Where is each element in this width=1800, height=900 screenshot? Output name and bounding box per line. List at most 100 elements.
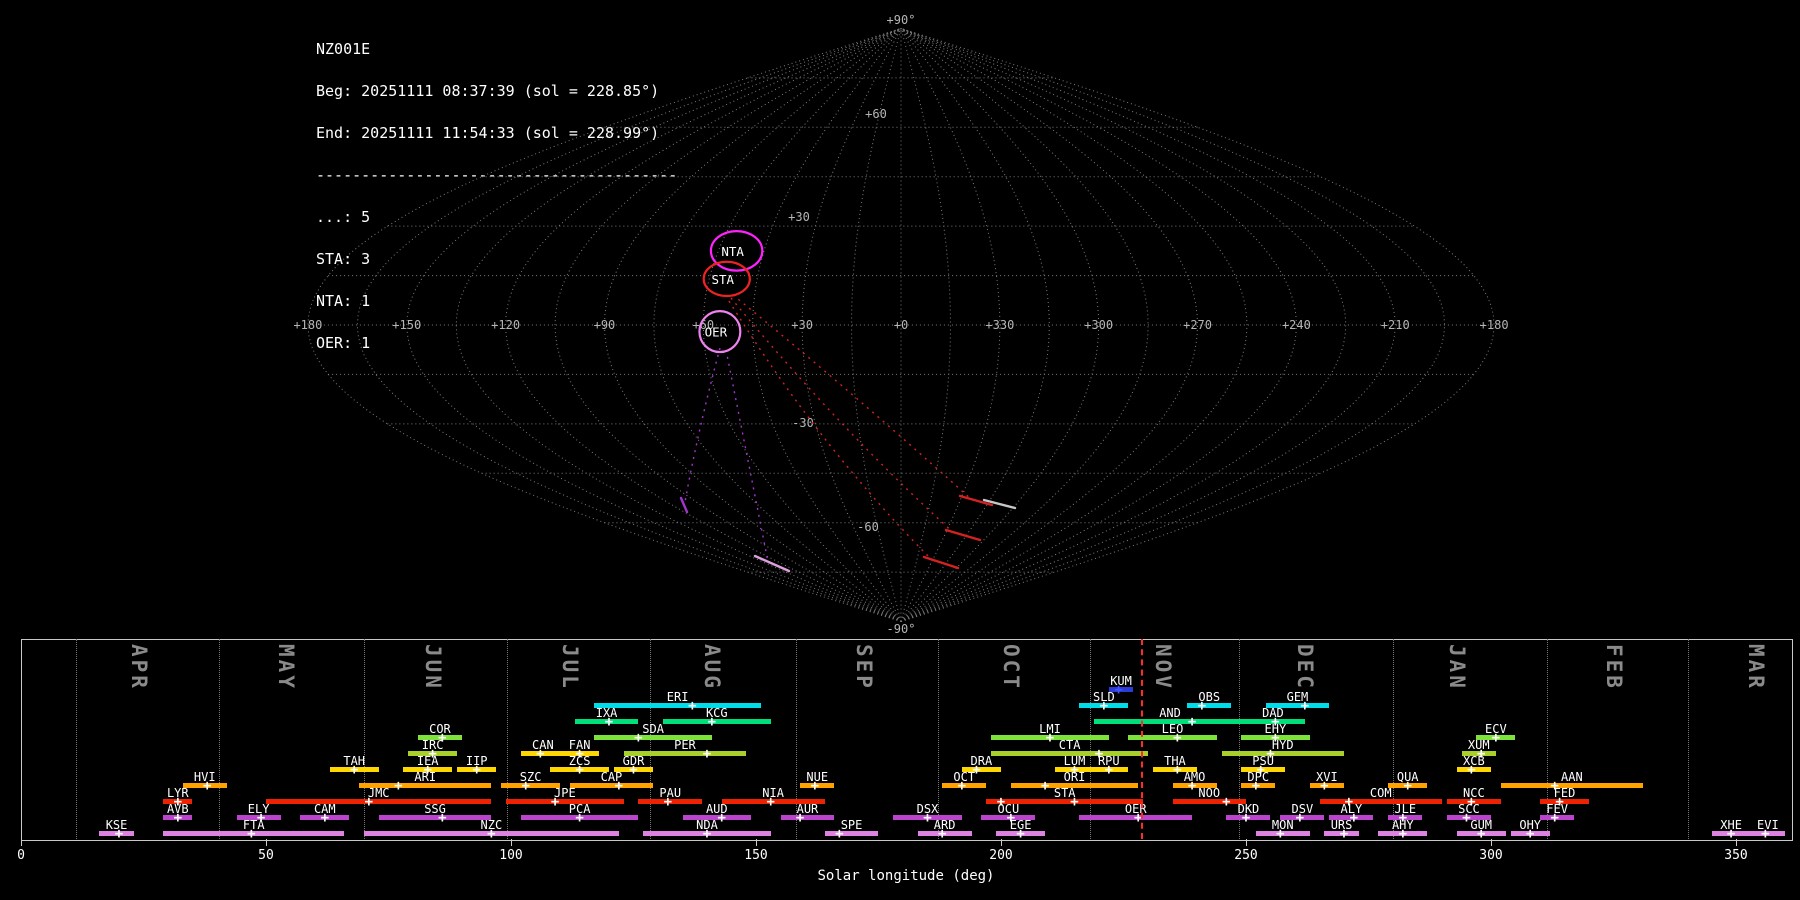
month-label: OCT	[998, 644, 1023, 691]
peak-marker-noo: +	[1222, 793, 1231, 810]
shower-label-noo: NOO	[1198, 785, 1221, 800]
shower-label-eri: ERI	[666, 689, 689, 704]
peak-marker-iip: +	[472, 761, 481, 778]
peak-marker-sld: +	[1099, 697, 1109, 714]
peak-marker-szc: +	[521, 777, 530, 794]
peak-marker-per: +	[702, 745, 712, 762]
shower-label-com: COM	[1369, 785, 1392, 800]
peak-marker-ecv: +	[1491, 729, 1501, 746]
peak-marker-cap: +	[614, 777, 624, 794]
peak-marker-tha: +	[1173, 761, 1182, 778]
shower-label-aan: AAN	[1561, 769, 1583, 784]
peak-marker-xhe: +	[1726, 825, 1736, 842]
peak-marker-nue: +	[810, 777, 820, 794]
axis-tick	[1491, 839, 1492, 846]
shower-label-ori: ORI	[1063, 769, 1086, 784]
radiant-map-app: NZ001E Beg: 20251111 08:37:39 (sol = 228…	[0, 0, 1800, 900]
peak-marker-tah: +	[349, 761, 359, 778]
axis-tick	[756, 839, 757, 846]
axis-tick	[1246, 839, 1247, 846]
month-label: MAR	[1743, 644, 1768, 691]
month-gridline	[218, 639, 220, 839]
peak-marker-spe: +	[835, 825, 844, 842]
shower-label-and: AND	[1159, 705, 1181, 720]
axis-tick	[1736, 839, 1737, 846]
peak-marker-ohy: +	[1525, 825, 1535, 842]
peak-marker-ard: +	[937, 825, 947, 842]
month-gridline	[75, 639, 77, 839]
peak-marker-dpc: +	[1251, 777, 1261, 794]
month-label: SEP	[851, 644, 876, 691]
peak-marker-gdr: +	[629, 761, 638, 778]
peak-marker-hvi: +	[202, 777, 212, 794]
peak-marker-nia: +	[766, 793, 775, 810]
peak-marker-pca: +	[575, 809, 584, 826]
peak-marker-jpe: +	[550, 793, 560, 810]
peak-marker-dsv: +	[1295, 809, 1305, 826]
peak-marker-qua: +	[1403, 777, 1412, 794]
peak-marker-ssg: +	[438, 809, 447, 826]
peak-marker-gem: +	[1300, 697, 1310, 714]
peak-marker-sda: +	[634, 729, 643, 746]
month-gridline	[1687, 639, 1689, 839]
peak-marker-kse: +	[114, 825, 124, 842]
peak-marker-dkd: +	[1241, 809, 1251, 826]
peak-marker-gum: +	[1476, 825, 1486, 842]
month-gridline	[506, 639, 508, 839]
peak-marker-kum: +	[1114, 681, 1123, 698]
shower-label-ari: ARI	[414, 769, 437, 784]
peak-marker-ege: +	[1016, 825, 1025, 842]
axis-tick	[511, 839, 512, 846]
peak-marker-aur: +	[795, 809, 805, 826]
shower-label-per: PER	[674, 737, 696, 752]
shower-label-spe: SPE	[840, 817, 863, 832]
peak-marker-jmc: +	[364, 793, 374, 810]
month-label: DEC	[1292, 644, 1317, 691]
peak-marker-lmi: +	[1045, 729, 1055, 746]
peak-marker-amo: +	[1187, 777, 1197, 794]
peak-marker-ahy: +	[1398, 825, 1408, 842]
current-sol-line	[1141, 639, 1144, 839]
month-label: MAY	[273, 644, 298, 691]
peak-marker-evi: +	[1761, 825, 1770, 842]
peak-marker-eri: +	[688, 697, 697, 714]
peak-marker-aud: +	[717, 809, 726, 826]
peak-marker-cam: +	[320, 809, 330, 826]
axis-tick-label: 150	[744, 848, 768, 863]
peak-marker-nda: +	[702, 825, 712, 842]
axis-tick	[266, 839, 267, 846]
axis-tick-label: 0	[17, 848, 25, 863]
peak-marker-leo: +	[1173, 729, 1182, 746]
peak-marker-pau: +	[663, 793, 673, 810]
axis-tick	[1001, 839, 1002, 846]
peak-marker-rpu: +	[1104, 761, 1114, 778]
peak-marker-ari: +	[394, 777, 403, 794]
peak-marker-xvi: +	[1320, 777, 1329, 794]
peak-marker-avb: +	[173, 809, 183, 826]
axis-tick-label: 300	[1479, 848, 1503, 863]
shower-label-cta: CTA	[1058, 737, 1081, 752]
month-label: APR	[126, 644, 151, 691]
peak-marker-ori: +	[1040, 777, 1050, 794]
month-label: NOV	[1150, 644, 1175, 691]
shower-label-hyd: HYD	[1271, 737, 1294, 752]
axis-tick-label: 50	[258, 848, 274, 863]
x-axis-label: Solar longitude (deg)	[817, 868, 995, 884]
peak-marker-mon: +	[1276, 825, 1285, 842]
peak-marker-urs: +	[1339, 825, 1349, 842]
shower-label-sda: SDA	[642, 721, 664, 736]
peak-marker-can: +	[536, 745, 545, 762]
peak-marker-fta: +	[247, 825, 256, 842]
axis-tick-label: 350	[1724, 848, 1748, 863]
axis-tick-label: 200	[989, 848, 1013, 863]
axis-tick-label: 250	[1234, 848, 1258, 863]
peak-marker-obs: +	[1197, 697, 1207, 714]
peak-marker-nzc: +	[487, 825, 496, 842]
month-label: JUL	[557, 644, 582, 691]
month-label: JUN	[420, 644, 445, 691]
month-label: AUG	[699, 644, 724, 691]
month-label: FEB	[1601, 644, 1626, 691]
peak-marker-kcg: +	[707, 713, 717, 730]
peak-marker-fev: +	[1550, 809, 1559, 826]
peak-marker-zcs: +	[575, 761, 584, 778]
